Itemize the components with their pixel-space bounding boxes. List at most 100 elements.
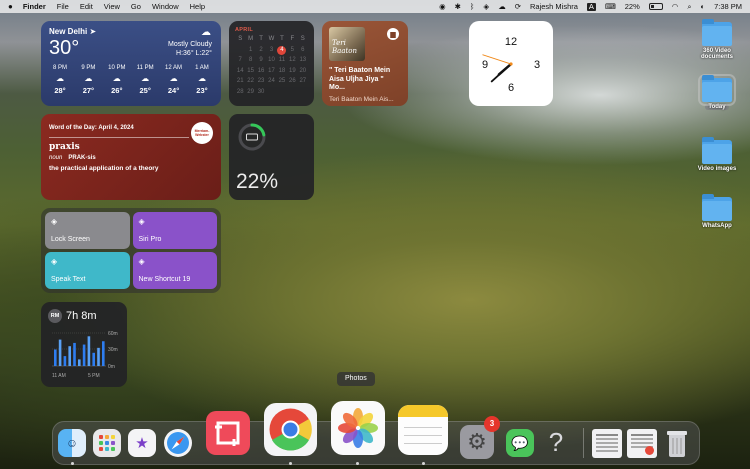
- calendar-day: 29: [247, 88, 254, 95]
- weather-widget[interactable]: New Delhi ➤ 30° ☁ Mostly Cloudy H:36° L:…: [41, 21, 221, 106]
- inshot-icon[interactable]: [206, 411, 250, 455]
- trash-icon[interactable]: [664, 428, 690, 459]
- running-indicator: [422, 462, 425, 465]
- hour-forecast: 9 PM ☁ 27°: [77, 65, 99, 95]
- calendar-day: 10: [268, 57, 275, 63]
- screen-time-total: 7h 8m: [66, 310, 97, 322]
- control-center-icon[interactable]: ◐: [701, 2, 706, 11]
- menu-window[interactable]: Window: [152, 2, 179, 11]
- calendar-weekday: F: [290, 36, 295, 42]
- desktop-folder-video-images[interactable]: Video images: [692, 137, 742, 172]
- input-source-icon[interactable]: A: [586, 2, 596, 11]
- running-indicator: [289, 462, 292, 465]
- desktop-folder-today[interactable]: Today: [692, 74, 742, 110]
- running-indicator: [71, 462, 74, 465]
- wifi-icon[interactable]: ◠: [672, 2, 679, 11]
- calendar-weekday: T: [259, 36, 263, 42]
- screen-time-header: RM 7h 8m: [48, 309, 120, 323]
- calendar-widget[interactable]: APRIL S M T W T F S 1 2 3 4 5 6 7 8 9 10 11 12 13 14 15 16 17 18…: [229, 21, 314, 106]
- messages-icon[interactable]: 💬: [506, 429, 534, 457]
- shortcuts-icon: ◈: [51, 217, 58, 226]
- menu-view[interactable]: View: [104, 2, 120, 11]
- menu-help[interactable]: Help: [190, 2, 205, 11]
- imovie-icon[interactable]: ★: [128, 429, 156, 457]
- calendar-weekday: W: [268, 36, 275, 42]
- x-label-5pm: 5 PM: [88, 373, 100, 379]
- calendar-weekday: S: [238, 36, 243, 42]
- sync-icon[interactable]: ⟳: [515, 2, 521, 11]
- safari-icon[interactable]: [164, 429, 192, 457]
- shortcut-new-shortcut-19[interactable]: ◈ New Shortcut 19: [132, 252, 217, 289]
- shortcuts-icon: ◈: [138, 217, 145, 226]
- battery-widget[interactable]: 22%: [229, 114, 314, 200]
- clock-widget[interactable]: 12 3 6 9: [469, 21, 553, 106]
- shortcut-lock-screen[interactable]: ◈ Lock Screen: [45, 212, 130, 249]
- calendar-day: 18: [278, 67, 286, 74]
- calendar-day: 3: [269, 46, 274, 53]
- calendar-day: 6: [301, 46, 305, 53]
- apple-menu-icon[interactable]: ●: [8, 2, 13, 11]
- layers-icon[interactable]: ◈: [483, 2, 489, 11]
- menu-bar: ● Finder File Edit View Go Window Help ◉…: [0, 0, 750, 13]
- user-name[interactable]: Rajesh Mishra: [530, 2, 578, 11]
- battery-percent[interactable]: 22%: [625, 2, 640, 11]
- screen-time-bar: [73, 342, 76, 366]
- calendar-day: 16: [257, 67, 265, 74]
- menu-edit[interactable]: Edit: [80, 2, 93, 11]
- spotify-widget[interactable]: Teri Baaton " Teri Baaton Mein Aisa Uljh…: [322, 21, 408, 106]
- folder-icon: [702, 137, 732, 164]
- calendar-weekday: S: [300, 36, 305, 42]
- record-icon[interactable]: ◉: [439, 2, 446, 11]
- notes-icon[interactable]: [398, 405, 448, 455]
- battery-icon[interactable]: [648, 3, 663, 10]
- keyboard-icon[interactable]: ⌨: [605, 2, 616, 11]
- menu-file[interactable]: File: [57, 2, 69, 11]
- bluetooth-icon[interactable]: ᛒ: [470, 2, 475, 11]
- word-of-day-widget[interactable]: Word of the Day: April 4, 2024 Merriam-W…: [41, 114, 221, 200]
- cloud-icon: ☁: [197, 74, 206, 83]
- word-term: praxis: [49, 142, 80, 152]
- chrome-icon[interactable]: [264, 403, 317, 456]
- screen-time-widget[interactable]: RM 7h 8m 60m 30m 0m 11 AM 5 PM: [41, 302, 127, 387]
- desktop-folder-360-video[interactable]: 360 Video documents: [692, 19, 742, 60]
- cloud-icon[interactable]: ☁: [498, 2, 506, 11]
- shortcut-siri-pro[interactable]: ◈ Siri Pro: [132, 212, 217, 249]
- calendar-day: 17: [268, 67, 275, 74]
- calendar-day: 22: [247, 78, 254, 84]
- shortcut-speak-text[interactable]: ◈ Speak Text: [45, 252, 130, 289]
- calendar-grid: S M T W T F S 1 2 3 4 5 6 7 8 9 10 11 12 13 14 15 16 17 18 19 20 21…: [235, 35, 308, 97]
- folder-icon: [702, 19, 732, 46]
- calendar-day: 13: [299, 57, 307, 63]
- notification-badge: 3: [484, 416, 500, 432]
- running-indicator: [356, 462, 359, 465]
- word-pos: noun PRAK-sis: [49, 155, 96, 161]
- launchpad-icon[interactable]: [93, 429, 121, 457]
- recent-document-icon[interactable]: [592, 429, 622, 458]
- clock-numeral-3: 3: [534, 59, 540, 71]
- recent-downloads-icon[interactable]: [627, 429, 657, 458]
- photos-icon[interactable]: [331, 401, 385, 455]
- calendar-day: 20: [299, 67, 307, 74]
- menu-go[interactable]: Go: [131, 2, 141, 11]
- calendar-day: 30: [257, 88, 265, 95]
- finder-icon[interactable]: ☺: [58, 429, 86, 457]
- unknown-app-icon[interactable]: ?: [542, 426, 570, 458]
- calendar-day: 14: [236, 67, 244, 74]
- clock-numeral-9: 9: [482, 59, 488, 71]
- calendar-day: 15: [247, 67, 254, 74]
- calendar-day: 2: [259, 46, 263, 53]
- calendar-day: 1: [248, 46, 253, 53]
- avatar: RM: [48, 309, 62, 323]
- shortcuts-icon: ◈: [138, 257, 145, 266]
- analog-clock: 12 3 6 9: [482, 36, 540, 94]
- weather-city: New Delhi ➤: [49, 27, 97, 36]
- calendar-day: 8: [248, 57, 253, 63]
- hour-forecast: 8 PM ☁ 28°: [49, 65, 71, 95]
- screen-time-bar: [97, 347, 100, 366]
- menu-app-name[interactable]: Finder: [23, 2, 46, 11]
- gear-icon[interactable]: ✱: [455, 2, 461, 11]
- menu-clock[interactable]: 7:38 PM: [714, 2, 742, 11]
- spotify-logo-icon: [387, 28, 399, 40]
- desktop-folder-whatsapp[interactable]: WhatsApp: [692, 194, 742, 229]
- search-icon[interactable]: ⌕: [687, 2, 691, 12]
